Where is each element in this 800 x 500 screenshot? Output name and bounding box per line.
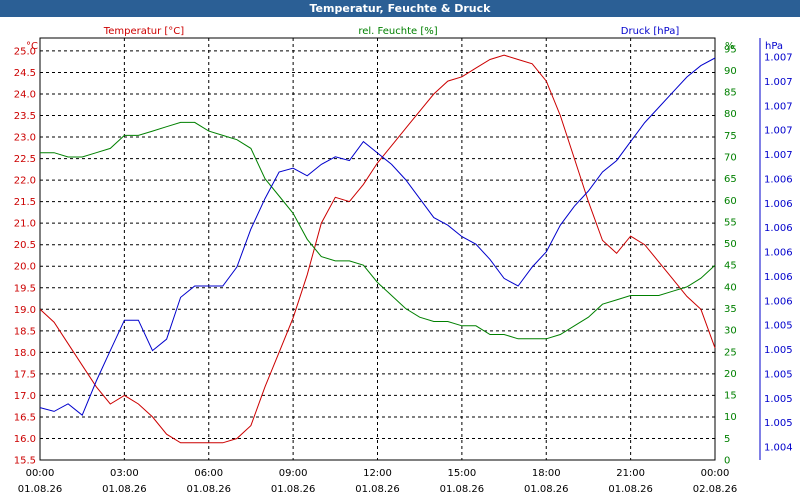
- humidity-unit: %: [725, 41, 735, 52]
- temperature-tick: 16.0: [14, 434, 36, 445]
- pressure-tick: 1.006: [764, 272, 793, 283]
- pressure-tick: 1.006: [764, 223, 793, 234]
- x-tick-time: 09:00: [279, 468, 308, 479]
- pressure-tick: 1.006: [764, 296, 793, 307]
- humidity-tick: 20: [724, 369, 737, 380]
- pressure-tick: 1.005: [764, 321, 793, 332]
- temperature-tick: 24.5: [14, 68, 36, 79]
- temperature-tick: 24.0: [14, 89, 36, 100]
- temperature-tick: 19.5: [14, 283, 36, 294]
- axis-headers: Temperatur [°C] rel. Feuchte [%] Druck […: [26, 26, 783, 52]
- temperature-tick: 21.0: [14, 219, 36, 230]
- x-tick-time: 00:00: [701, 468, 730, 479]
- pressure-tick: 1.007: [764, 101, 793, 112]
- pressure-axis-label: Druck [hPa]: [621, 26, 680, 37]
- x-tick-date: 01.08.26: [102, 484, 147, 495]
- temperature-tick: 18.0: [14, 348, 36, 359]
- humidity-tick: 65: [724, 174, 737, 185]
- x-tick-date: 02.08.26: [693, 484, 738, 495]
- x-tick-time: 12:00: [363, 468, 392, 479]
- x-tick-time: 06:00: [194, 468, 223, 479]
- pressure-tick: 1.004: [764, 443, 793, 454]
- pressure-unit: hPa: [765, 41, 783, 52]
- x-tick-time: 00:00: [26, 468, 55, 479]
- temperature-tick: 23.5: [14, 111, 36, 122]
- humidity-tick: 25: [724, 347, 737, 358]
- humidity-tick: 10: [724, 412, 737, 423]
- humidity-tick: 70: [724, 153, 737, 164]
- x-tick-date: 01.08.26: [608, 484, 653, 495]
- pressure-tick: 1.005: [764, 345, 793, 356]
- x-tick-time: 03:00: [110, 468, 139, 479]
- humidity-tick: 45: [724, 261, 737, 272]
- x-tick-date: 01.08.26: [355, 484, 400, 495]
- temperature-unit: °C: [26, 41, 38, 52]
- x-tick-date: 01.08.26: [524, 484, 569, 495]
- humidity-tick: 30: [724, 326, 737, 337]
- temperature-tick: 19.0: [14, 305, 36, 316]
- temperature-tick: 22.5: [14, 154, 36, 165]
- temperature-tick: 17.5: [14, 369, 36, 380]
- humidity-tick: 15: [724, 391, 737, 402]
- pressure-tick: 1.007: [764, 150, 793, 161]
- weather-chart: 00:00 01.08.26 03:00 01.08.26 06:00 01.08.26 0…: [14, 26, 793, 495]
- humidity-tick: 60: [724, 196, 737, 207]
- x-tick-date: 01.08.26: [18, 484, 63, 495]
- x-tick-date: 01.08.26: [271, 484, 316, 495]
- humidity-tick: 55: [724, 217, 737, 228]
- humidity-tick: 90: [724, 66, 737, 77]
- humidity-tick: 85: [724, 88, 737, 99]
- x-tick-time: 21:00: [616, 468, 645, 479]
- pressure-tick: 1.005: [764, 418, 793, 429]
- x-tick-time: 18:00: [532, 468, 561, 479]
- temperature-tick: 20.0: [14, 262, 36, 273]
- pressure-tick: 1.006: [764, 199, 793, 210]
- pressure-tick: 1.006: [764, 174, 793, 185]
- humidity-tick: 40: [724, 282, 737, 293]
- x-tick-time: 15:00: [447, 468, 476, 479]
- humidity-tick: 50: [724, 239, 737, 250]
- grid: [40, 38, 715, 460]
- pressure-tick: 1.005: [764, 369, 793, 380]
- pressure-tick: 1.007: [764, 53, 793, 64]
- humidity-tick: 5: [724, 434, 730, 445]
- temperature-tick: 23.0: [14, 133, 36, 144]
- pressure-tick: 1.006: [764, 248, 793, 259]
- temperature-tick: 21.5: [14, 197, 36, 208]
- temperature-tick: 18.5: [14, 326, 36, 337]
- pressure-tick: 1.005: [764, 394, 793, 405]
- temperature-tick: 22.0: [14, 176, 36, 187]
- temperature-tick: 17.0: [14, 391, 36, 402]
- humidity-tick: 35: [724, 304, 737, 315]
- pressure-tick: 1.007: [764, 77, 793, 88]
- humidity-tick: 75: [724, 131, 737, 142]
- x-tick-date: 01.08.26: [440, 484, 485, 495]
- humidity-axis-label: rel. Feuchte [%]: [358, 26, 437, 37]
- humidity-tick: 0: [724, 456, 730, 467]
- humidity-tick: 80: [724, 109, 737, 120]
- x-tick-date: 01.08.26: [186, 484, 231, 495]
- pressure-tick: 1.007: [764, 126, 793, 137]
- temperature-tick: 20.5: [14, 240, 36, 251]
- temperature-tick: 16.5: [14, 412, 36, 423]
- temperature-tick: 15.5: [14, 456, 36, 467]
- temperature-axis-label: Temperatur [°C]: [103, 26, 184, 37]
